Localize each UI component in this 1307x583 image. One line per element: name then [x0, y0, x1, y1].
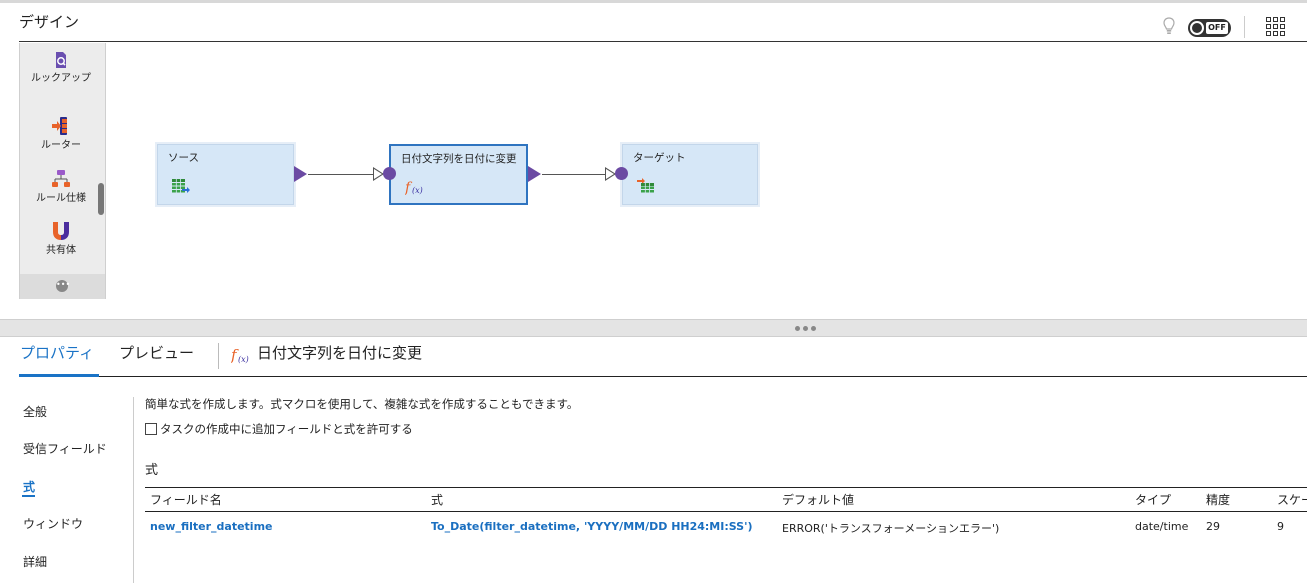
- column-header-default-value[interactable]: デフォルト値: [782, 491, 854, 508]
- object-title: 日付文字列を日付に変更: [257, 344, 423, 362]
- design-title: デザイン: [19, 13, 80, 31]
- palette-item-label: ルール仕様: [36, 193, 86, 204]
- palette-item-label: ルーター: [41, 140, 81, 151]
- rule-spec-icon: [52, 170, 70, 187]
- palette-scrollbar[interactable]: [98, 183, 104, 215]
- router-icon: [52, 117, 67, 135]
- column-header-type[interactable]: タイプ: [1135, 491, 1171, 508]
- nav-active-indicator: [22, 495, 35, 497]
- cell-expression[interactable]: To_Date(filter_datetime, 'YYYY/MM/DD HH2…: [431, 520, 753, 533]
- checkbox-label: タスクの作成中に追加フィールドと式を許可する: [160, 422, 413, 436]
- nav-item-general[interactable]: 全般: [23, 403, 47, 420]
- source-output-port[interactable]: [294, 166, 307, 182]
- expression-fx-icon: f (x): [405, 180, 423, 195]
- column-header-field-name[interactable]: フィールド名: [150, 491, 222, 508]
- palette-item-lookup[interactable]: ルックアップ: [20, 51, 102, 85]
- cell-field-name[interactable]: new_filter_datetime: [150, 520, 273, 533]
- target-input-port[interactable]: [615, 167, 628, 180]
- toggle-knob: [1190, 21, 1204, 35]
- section-title: 式: [145, 463, 159, 478]
- palette-item-label: ルックアップ: [31, 73, 91, 84]
- palette-item-rule-spec[interactable]: ルール仕様: [20, 169, 102, 205]
- column-header-precision[interactable]: 精度: [1206, 491, 1230, 508]
- target-table-icon: [637, 178, 654, 193]
- table-header-line: [145, 511, 1307, 512]
- nav-item-advanced[interactable]: 詳細: [23, 553, 47, 570]
- svg-text:(x): (x): [412, 186, 423, 195]
- allow-fields-checkbox-row[interactable]: タスクの作成中に追加フィールドと式を許可する: [145, 421, 413, 437]
- nav-item-window[interactable]: ウィンドウ: [23, 515, 83, 532]
- source-table-icon: [172, 179, 190, 193]
- palette-item-union[interactable]: 共有体: [20, 221, 102, 257]
- cell-scale: 9: [1277, 520, 1284, 533]
- more-icon: •••: [56, 280, 70, 292]
- expression-description: 簡単な式を作成します。式マクロを使用して、複雑な式を作成することもできます。: [145, 397, 579, 411]
- allow-fields-checkbox[interactable]: [145, 423, 157, 435]
- link-source-to-expression[interactable]: [308, 174, 373, 175]
- tab-properties[interactable]: プロパティ: [20, 342, 94, 363]
- node-source[interactable]: ソース: [157, 144, 294, 205]
- palette-more[interactable]: •••: [20, 274, 105, 299]
- nav-divider: [133, 397, 134, 583]
- lightbulb-icon[interactable]: [1163, 17, 1175, 37]
- cell-type: date/time: [1135, 520, 1189, 533]
- cell-default-value: ERROR('トランスフォーメーションエラー'): [782, 522, 1000, 535]
- node-label: ターゲット: [633, 152, 686, 164]
- column-header-expression[interactable]: 式: [431, 491, 443, 508]
- expression-input-port[interactable]: [383, 167, 396, 180]
- svg-text:(x): (x): [238, 355, 249, 364]
- active-tab-indicator: [19, 374, 99, 377]
- header-divider: [1244, 16, 1245, 38]
- table-top-border: [145, 487, 1307, 488]
- toggle-switch[interactable]: OFF: [1188, 19, 1231, 37]
- tab-divider: [218, 343, 219, 369]
- app-grid-icon[interactable]: [1266, 17, 1286, 37]
- palette-item-router[interactable]: ルーター: [20, 116, 102, 152]
- expression-fx-icon: f (x): [231, 346, 249, 364]
- tab-preview[interactable]: プレビュー: [119, 342, 194, 363]
- transformation-palette: ルックアップ ルーター ルール仕様 共有体 •••: [19, 43, 106, 299]
- node-target[interactable]: ターゲット: [622, 144, 758, 205]
- header-line: [19, 41, 1307, 42]
- lookup-icon: [56, 52, 66, 68]
- design-header: デザイン OFF: [0, 3, 1307, 43]
- panel-splitter[interactable]: [0, 319, 1307, 337]
- palette-item-label: 共有体: [46, 245, 76, 256]
- column-header-scale[interactable]: スケー: [1277, 491, 1307, 508]
- node-expression[interactable]: 日付文字列を日付に変更 f (x): [389, 144, 528, 205]
- tabs-line: [19, 376, 1307, 377]
- expression-output-port[interactable]: [528, 166, 541, 182]
- nav-item-incoming-fields[interactable]: 受信フィールド: [23, 440, 107, 457]
- link-expression-to-target[interactable]: [542, 174, 605, 175]
- node-label: ソース: [168, 152, 199, 164]
- node-label: 日付文字列を日付に変更: [401, 153, 517, 165]
- cell-precision: 29: [1206, 520, 1220, 533]
- splitter-handle-icon: [795, 326, 816, 331]
- toggle-label: OFF: [1206, 22, 1228, 34]
- nav-item-expression[interactable]: 式: [23, 478, 35, 495]
- union-icon: [53, 222, 69, 240]
